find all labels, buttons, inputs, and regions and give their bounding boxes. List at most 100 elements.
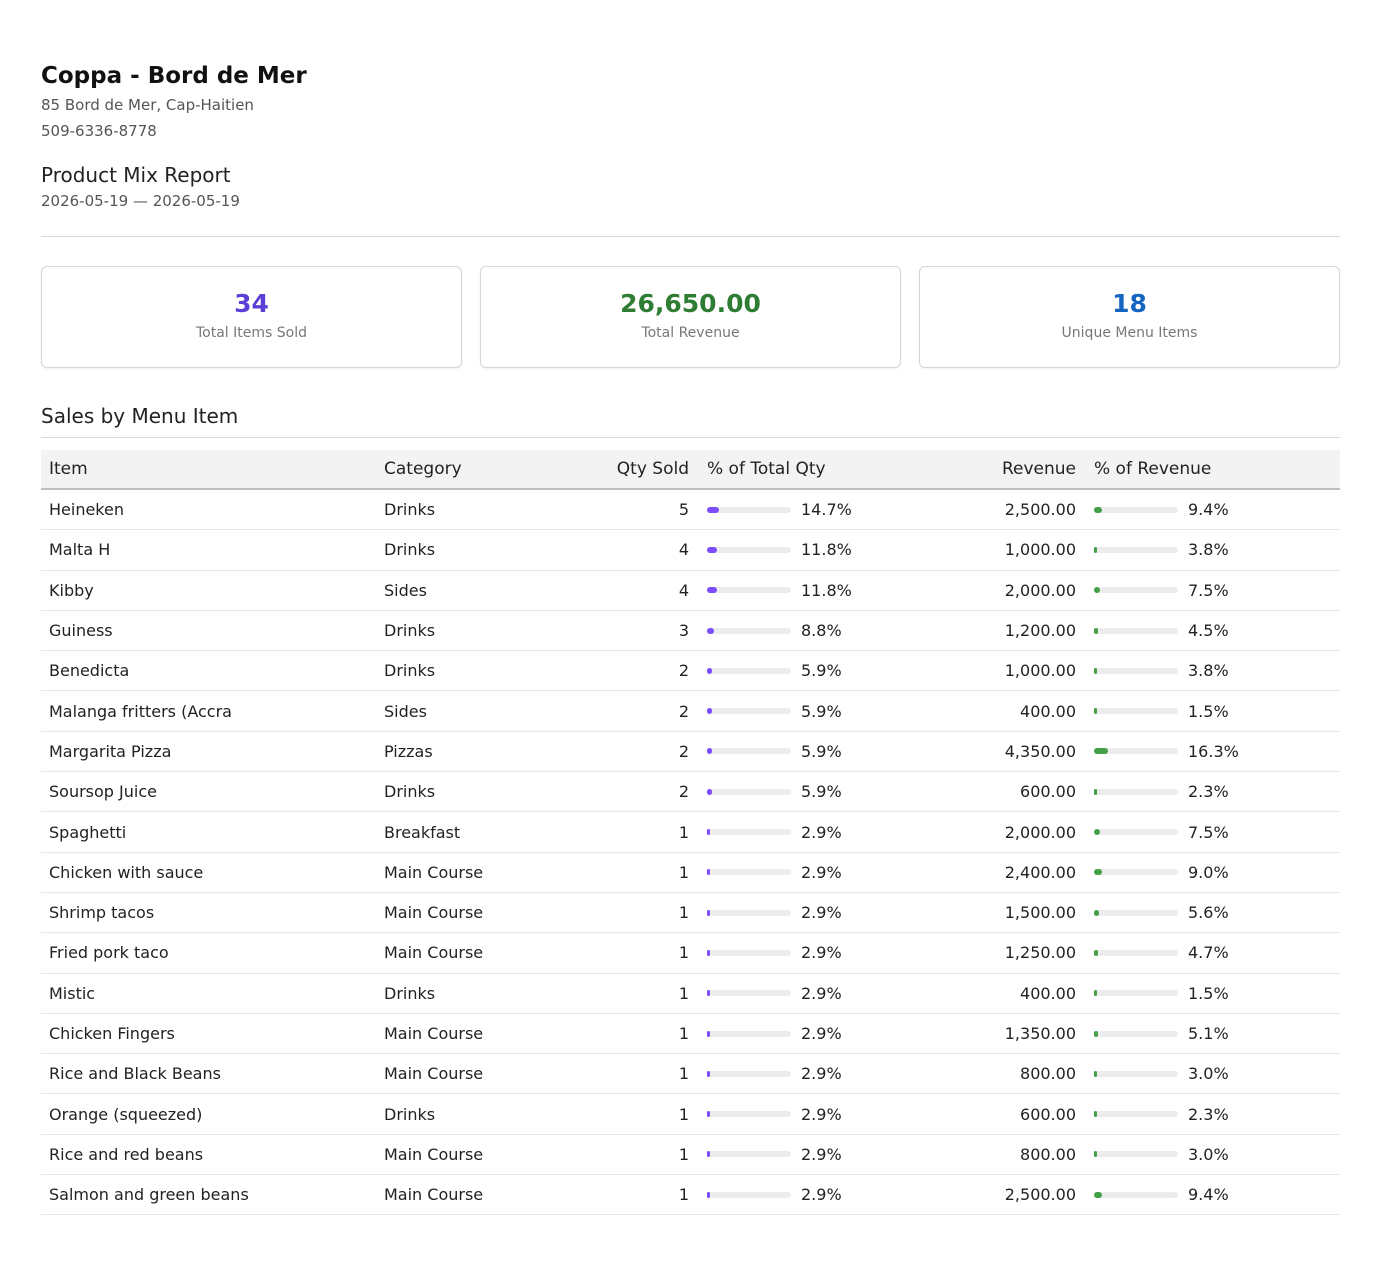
pct-revenue-label: 4.5% xyxy=(1188,621,1229,641)
cell-qty: 1 xyxy=(576,1134,697,1176)
revenue-bar: 5.1% xyxy=(1094,1024,1332,1043)
revenue-bar-fill xyxy=(1094,546,1098,553)
cell-pct-qty: 5.9% xyxy=(697,771,935,813)
revenue-bar-track xyxy=(1094,788,1178,795)
pct-revenue-label: 2.3% xyxy=(1188,782,1229,802)
qty-bar-fill xyxy=(707,788,712,795)
cell-item: Heineken xyxy=(41,489,376,531)
revenue-bar: 9.0% xyxy=(1094,863,1332,882)
cell-pct-qty: 2.9% xyxy=(697,1013,935,1055)
cell-revenue: 1,000.00 xyxy=(935,529,1084,571)
table-row: Margarita Pizza Pizzas 2 5.9% 4,350.00 16.3% xyxy=(41,731,1340,773)
business-address: 85 Bord de Mer, Cap-Haitien xyxy=(41,96,254,114)
pct-qty-label: 11.8% xyxy=(801,540,852,560)
qty-bar-track xyxy=(707,869,791,876)
table-row: Malta H Drinks 4 11.8% 1,000.00 3.8% xyxy=(41,529,1340,571)
revenue-bar-track xyxy=(1094,506,1178,513)
cell-qty: 2 xyxy=(576,650,697,692)
cell-item: Malta H xyxy=(41,529,376,571)
qty-bar-fill xyxy=(707,1070,710,1077)
table-row: Benedicta Drinks 2 5.9% 1,000.00 3.8% xyxy=(41,650,1340,692)
pct-qty-label: 5.9% xyxy=(801,782,842,802)
cell-item: Fried pork taco xyxy=(41,932,376,974)
cell-revenue: 600.00 xyxy=(935,771,1084,813)
pct-qty-label: 11.8% xyxy=(801,580,852,600)
summary-label: Unique Menu Items xyxy=(1061,325,1198,341)
pct-revenue-label: 9.4% xyxy=(1188,1185,1229,1205)
revenue-bar: 5.6% xyxy=(1094,903,1332,922)
qty-bar-track xyxy=(707,829,791,836)
qty-bar-fill xyxy=(707,627,715,634)
cell-revenue: 600.00 xyxy=(935,1093,1084,1135)
qty-bar: 5.9% xyxy=(707,742,927,761)
revenue-bar-fill xyxy=(1094,829,1101,836)
summary-label: Total Items Sold xyxy=(196,325,307,341)
cell-revenue: 1,200.00 xyxy=(935,610,1084,652)
qty-bar-fill xyxy=(707,748,712,755)
section-title: Sales by Menu Item xyxy=(41,404,239,428)
table-row: Fried pork taco Main Course 1 2.9% 1,250.00 4… xyxy=(41,932,1340,974)
revenue-bar-track xyxy=(1094,587,1178,594)
cell-category: Main Course xyxy=(376,1134,576,1176)
table-row: Mistic Drinks 1 2.9% 400.00 1.5% xyxy=(41,973,1340,1014)
sales-table: Item Category Qty Sold % of Total Qty Re… xyxy=(41,450,1340,1216)
qty-bar-fill xyxy=(707,708,712,715)
revenue-bar-fill xyxy=(1094,667,1098,674)
cell-item: Kibby xyxy=(41,570,376,611)
revenue-bar: 4.7% xyxy=(1094,943,1332,962)
cell-category: Breakfast xyxy=(376,811,576,853)
header-qty: Qty Sold xyxy=(576,450,697,490)
qty-bar-track xyxy=(707,1191,791,1198)
revenue-bar: 3.0% xyxy=(1094,1145,1332,1164)
qty-bar-fill xyxy=(707,829,710,836)
cell-item: Salmon and green beans xyxy=(41,1174,376,1216)
table-row: Salmon and green beans Main Course 1 2.9% 2,… xyxy=(41,1174,1340,1216)
cell-pct-qty: 2.9% xyxy=(697,892,935,934)
business-phone: 509-6336-8778 xyxy=(41,122,157,140)
pct-revenue-label: 1.5% xyxy=(1188,701,1229,721)
revenue-bar-fill xyxy=(1094,506,1102,513)
cell-category: Drinks xyxy=(376,650,576,692)
revenue-bar-fill xyxy=(1094,708,1097,715)
qty-bar-track xyxy=(707,1111,791,1118)
qty-bar: 2.9% xyxy=(707,823,927,842)
qty-bar-track xyxy=(707,909,791,916)
revenue-bar-track xyxy=(1094,869,1178,876)
qty-bar-track xyxy=(707,627,791,634)
qty-bar-fill xyxy=(707,990,710,997)
qty-bar-fill xyxy=(707,1111,710,1118)
pct-qty-label: 2.9% xyxy=(801,1144,842,1164)
header-pct-revenue: % of Revenue xyxy=(1084,450,1340,490)
cell-category: Drinks xyxy=(376,610,576,652)
qty-bar: 5.9% xyxy=(707,702,927,721)
pct-qty-label: 2.9% xyxy=(801,1104,842,1124)
qty-bar: 2.9% xyxy=(707,1105,927,1124)
revenue-bar-fill xyxy=(1094,1191,1102,1198)
revenue-bar: 2.3% xyxy=(1094,782,1332,801)
pct-revenue-label: 7.5% xyxy=(1188,822,1229,842)
cell-qty: 1 xyxy=(576,932,697,974)
revenue-bar-track xyxy=(1094,1030,1178,1037)
cell-pct-revenue: 7.5% xyxy=(1084,570,1340,611)
revenue-bar-fill xyxy=(1094,949,1098,956)
cell-pct-qty: 2.9% xyxy=(697,932,935,974)
cell-pct-revenue: 7.5% xyxy=(1084,811,1340,853)
table-row: Chicken Fingers Main Course 1 2.9% 1,350.00 5… xyxy=(41,1013,1340,1055)
cell-pct-revenue: 1.5% xyxy=(1084,973,1340,1014)
cell-pct-qty: 14.7% xyxy=(697,489,935,531)
revenue-bar-fill xyxy=(1094,990,1097,997)
qty-bar: 5.9% xyxy=(707,782,927,801)
report-header: Coppa - Bord de Mer 85 Bord de Mer, Cap-… xyxy=(41,60,307,214)
revenue-bar-track xyxy=(1094,949,1178,956)
qty-bar: 5.9% xyxy=(707,661,927,680)
cell-qty: 1 xyxy=(576,892,697,934)
revenue-bar-track xyxy=(1094,990,1178,997)
table-row: Rice and red beans Main Course 1 2.9% 800.00… xyxy=(41,1134,1340,1176)
cell-pct-revenue: 3.0% xyxy=(1084,1134,1340,1176)
summary-card-total-items: 34 Total Items Sold xyxy=(41,266,462,368)
revenue-bar: 3.0% xyxy=(1094,1064,1332,1083)
cell-category: Drinks xyxy=(376,489,576,531)
cell-pct-qty: 2.9% xyxy=(697,1134,935,1176)
qty-bar: 2.9% xyxy=(707,863,927,882)
cell-pct-revenue: 3.0% xyxy=(1084,1053,1340,1095)
